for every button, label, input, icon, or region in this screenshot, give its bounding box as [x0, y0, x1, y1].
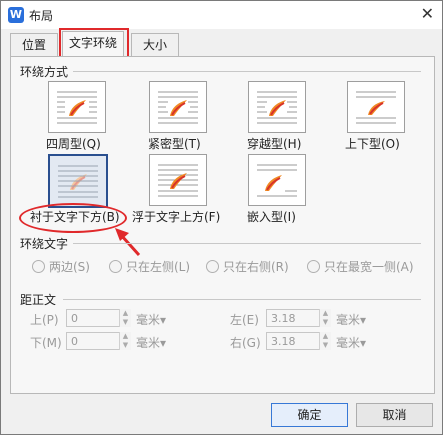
wrap-square-icon: [57, 91, 97, 124]
spin-up-down-icon[interactable]: ▲ ▼: [319, 309, 331, 327]
radio-circle: [307, 260, 320, 273]
tab-position[interactable]: 位置: [10, 33, 58, 56]
close-icon[interactable]: ✕: [421, 4, 434, 23]
wrap-top-bottom-option[interactable]: [347, 81, 405, 133]
wrap-behind-text-icon: [58, 165, 98, 198]
tab-size[interactable]: 大小: [131, 33, 179, 56]
wrap-left-only-radio[interactable]: 只在左侧(L): [109, 258, 190, 275]
wps-app-icon: W: [8, 7, 24, 23]
divider: [63, 299, 421, 300]
spin-up-down-icon[interactable]: ▲ ▼: [319, 332, 331, 350]
wrap-through-label: 穿越型(H): [247, 137, 302, 151]
spin-up-down-icon[interactable]: ▲ ▼: [119, 332, 131, 350]
wrap-in-front-option[interactable]: [149, 154, 207, 206]
distance-left-label: 左(E): [230, 313, 259, 327]
radio-label: 两边(S): [49, 260, 90, 274]
radio-label: 只在右侧(R): [223, 260, 289, 274]
wrap-top-bottom-icon: [356, 91, 396, 124]
wrap-tight-icon: [158, 91, 198, 124]
wrap-inline-label: 嵌入型(I): [247, 210, 296, 224]
wrap-tight-label: 紧密型(T): [148, 137, 201, 151]
radio-circle: [109, 260, 122, 273]
distance-heading: 距正文: [20, 293, 57, 307]
distance-top-unit[interactable]: 毫米▾: [136, 311, 166, 328]
wrap-behind-text-option[interactable]: [48, 154, 108, 208]
wrap-through-icon: [257, 91, 297, 124]
divider: [73, 71, 421, 72]
annotation-arrow-icon: [115, 228, 141, 257]
distance-right-label: 右(G): [230, 336, 261, 350]
distance-top-label: 上(P): [30, 313, 59, 327]
distance-bottom-label: 下(M): [30, 336, 62, 350]
wrap-both-sides-radio[interactable]: 两边(S): [32, 258, 90, 275]
wrap-tight-option[interactable]: [149, 81, 207, 133]
layout-dialog: W 布局 ✕ 位置 文字环绕 大小 环绕方式 四周型(Q) 紧密型(T) 穿越型…: [0, 0, 443, 435]
radio-label: 只在左侧(L): [126, 260, 191, 274]
wrap-style-heading: 环绕方式: [20, 65, 69, 79]
selection-highlight-ellipse: [19, 203, 127, 233]
window-title: 布局: [29, 9, 54, 23]
wrap-square-option[interactable]: [48, 81, 106, 133]
ok-button[interactable]: 确定: [271, 403, 348, 427]
wrap-through-option[interactable]: [248, 81, 306, 133]
wrap-inline-option[interactable]: [248, 154, 306, 206]
radio-label: 只在最宽一侧(A): [324, 260, 414, 274]
distance-right-unit[interactable]: 毫米▾: [336, 334, 366, 351]
distance-bottom-unit[interactable]: 毫米▾: [136, 334, 166, 351]
wrap-right-only-radio[interactable]: 只在右侧(R): [206, 258, 289, 275]
title-bar: W 布局 ✕: [1, 1, 442, 29]
wrap-top-bottom-label: 上下型(O): [345, 137, 400, 151]
wrap-inline-icon: [257, 164, 297, 197]
radio-circle: [32, 260, 45, 273]
divider: [73, 243, 421, 244]
wrap-text-heading: 环绕文字: [20, 237, 69, 251]
wrap-in-front-icon: [158, 164, 198, 197]
wrap-in-front-label: 浮于文字上方(F): [132, 210, 221, 224]
radio-circle: [206, 260, 219, 273]
wrap-square-label: 四周型(Q): [46, 137, 101, 151]
spin-up-down-icon[interactable]: ▲ ▼: [119, 309, 131, 327]
cancel-button[interactable]: 取消: [356, 403, 433, 427]
distance-left-unit[interactable]: 毫米▾: [336, 311, 366, 328]
wrap-largest-side-radio[interactable]: 只在最宽一侧(A): [307, 258, 414, 275]
